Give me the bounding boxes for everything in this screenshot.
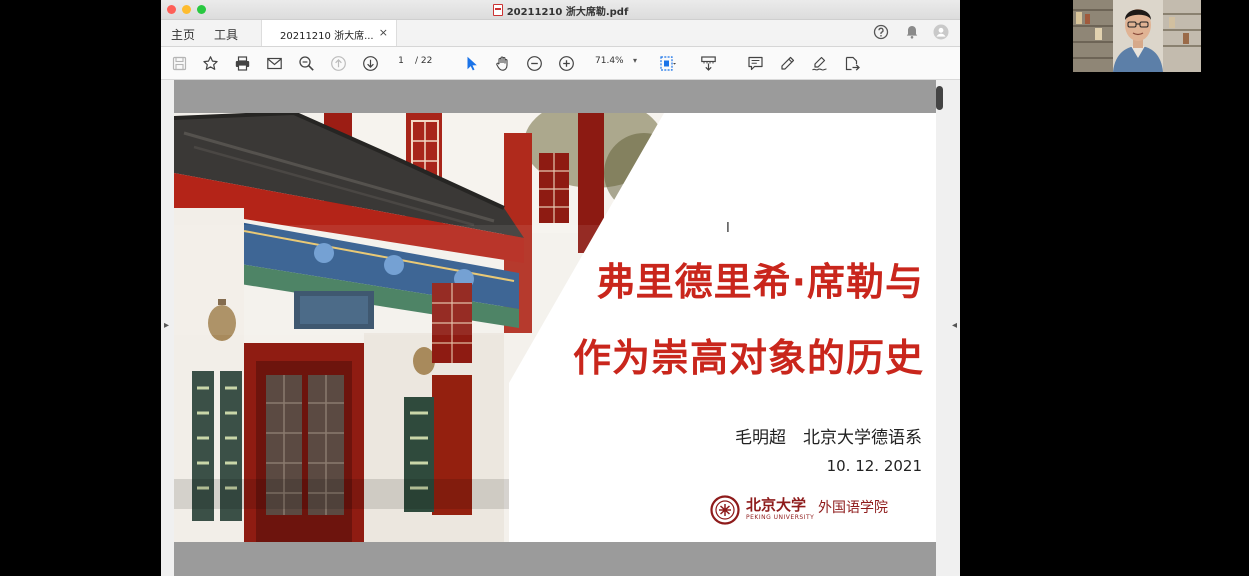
webcam-video xyxy=(1073,0,1201,72)
toolbar: 1 / 22 71.4% ▾ xyxy=(161,47,960,80)
text-cursor-icon: I xyxy=(726,221,730,236)
right-panel-toggle-icon[interactable]: ◂ xyxy=(952,320,957,331)
page-number-input[interactable]: 1 xyxy=(393,56,409,66)
page-up-icon[interactable] xyxy=(330,55,347,72)
tab-bar: 主页 工具 20211210 浙大席... × xyxy=(161,20,960,47)
pku-seal-icon xyxy=(710,495,740,525)
page-total: / 22 xyxy=(415,56,433,66)
nav-home[interactable]: 主页 xyxy=(171,26,195,43)
scroll-mode-icon[interactable] xyxy=(700,55,717,72)
tab-document-label: 20211210 浙大席... xyxy=(280,31,374,42)
zoom-level-field[interactable]: 71.4% xyxy=(595,56,624,66)
vertical-scrollbar[interactable] xyxy=(936,86,943,110)
zoom-dropdown-caret[interactable]: ▾ xyxy=(633,56,637,65)
nav-tools[interactable]: 工具 xyxy=(214,26,238,43)
mail-icon[interactable] xyxy=(266,55,283,72)
university-logo: 北京大学 PEKING UNIVERSITY 外国语学院 xyxy=(710,493,910,529)
slide-author: 毛明超 北京大学德语系 xyxy=(735,428,922,448)
sign-icon[interactable] xyxy=(811,55,828,72)
pen-icon[interactable] xyxy=(779,55,796,72)
hand-icon[interactable] xyxy=(494,55,511,72)
slide-title-line-1: 弗里德里希·席勒与 xyxy=(596,260,924,304)
help-icon[interactable] xyxy=(873,24,889,40)
tab-document[interactable]: 20211210 浙大席... × xyxy=(261,20,397,46)
page-bottom-margin xyxy=(174,542,936,576)
pdf-page-area: I 弗里德里希·席勒与 作为崇高对象的历史 毛明超 北京大学德语系 10. 12… xyxy=(174,80,936,576)
page-down-icon[interactable] xyxy=(362,55,379,72)
select-cursor-icon[interactable] xyxy=(463,55,480,72)
print-icon[interactable] xyxy=(234,55,251,72)
comment-icon[interactable] xyxy=(747,55,764,72)
star-icon[interactable] xyxy=(202,55,219,72)
zoom-search-icon[interactable] xyxy=(298,55,315,72)
share-icon[interactable] xyxy=(843,55,860,72)
bell-icon[interactable] xyxy=(904,24,920,40)
window-title: 20211210 浙大席勒.pdf xyxy=(161,3,960,18)
logo-school-name: 外国语学院 xyxy=(818,500,888,516)
tab-close-button[interactable]: × xyxy=(379,26,388,39)
document-viewport: ▸ ◂ I 弗里德里希·席勒与 作为崇高对象的历史 毛明超 北京大学德语系 10… xyxy=(161,80,960,576)
pdf-reader-window: 20211210 浙大席勒.pdf 主页 工具 20211210 浙大席... … xyxy=(161,0,960,576)
pdf-file-icon xyxy=(492,4,503,16)
presenter-video-frame xyxy=(1073,0,1201,72)
logo-chinese-name: 北京大学 xyxy=(746,496,807,514)
page-top-margin xyxy=(174,80,936,113)
logo-english-name: PEKING UNIVERSITY xyxy=(746,514,815,521)
zoom-in-icon[interactable] xyxy=(558,55,575,72)
window-title-text: 20211210 浙大席勒.pdf xyxy=(506,7,629,18)
save-icon[interactable] xyxy=(171,55,188,72)
slide-date: 10. 12. 2021 xyxy=(826,457,922,475)
slide-page: I 弗里德里希·席勒与 作为崇高对象的历史 毛明超 北京大学德语系 10. 12… xyxy=(174,113,936,542)
left-panel-toggle-icon[interactable]: ▸ xyxy=(164,320,169,331)
account-icon[interactable] xyxy=(933,24,949,40)
title-bar: 20211210 浙大席勒.pdf xyxy=(161,0,960,20)
fit-page-icon[interactable] xyxy=(659,55,676,72)
zoom-out-icon[interactable] xyxy=(526,55,543,72)
slide-title-line-2: 作为崇高对象的历史 xyxy=(572,336,924,380)
